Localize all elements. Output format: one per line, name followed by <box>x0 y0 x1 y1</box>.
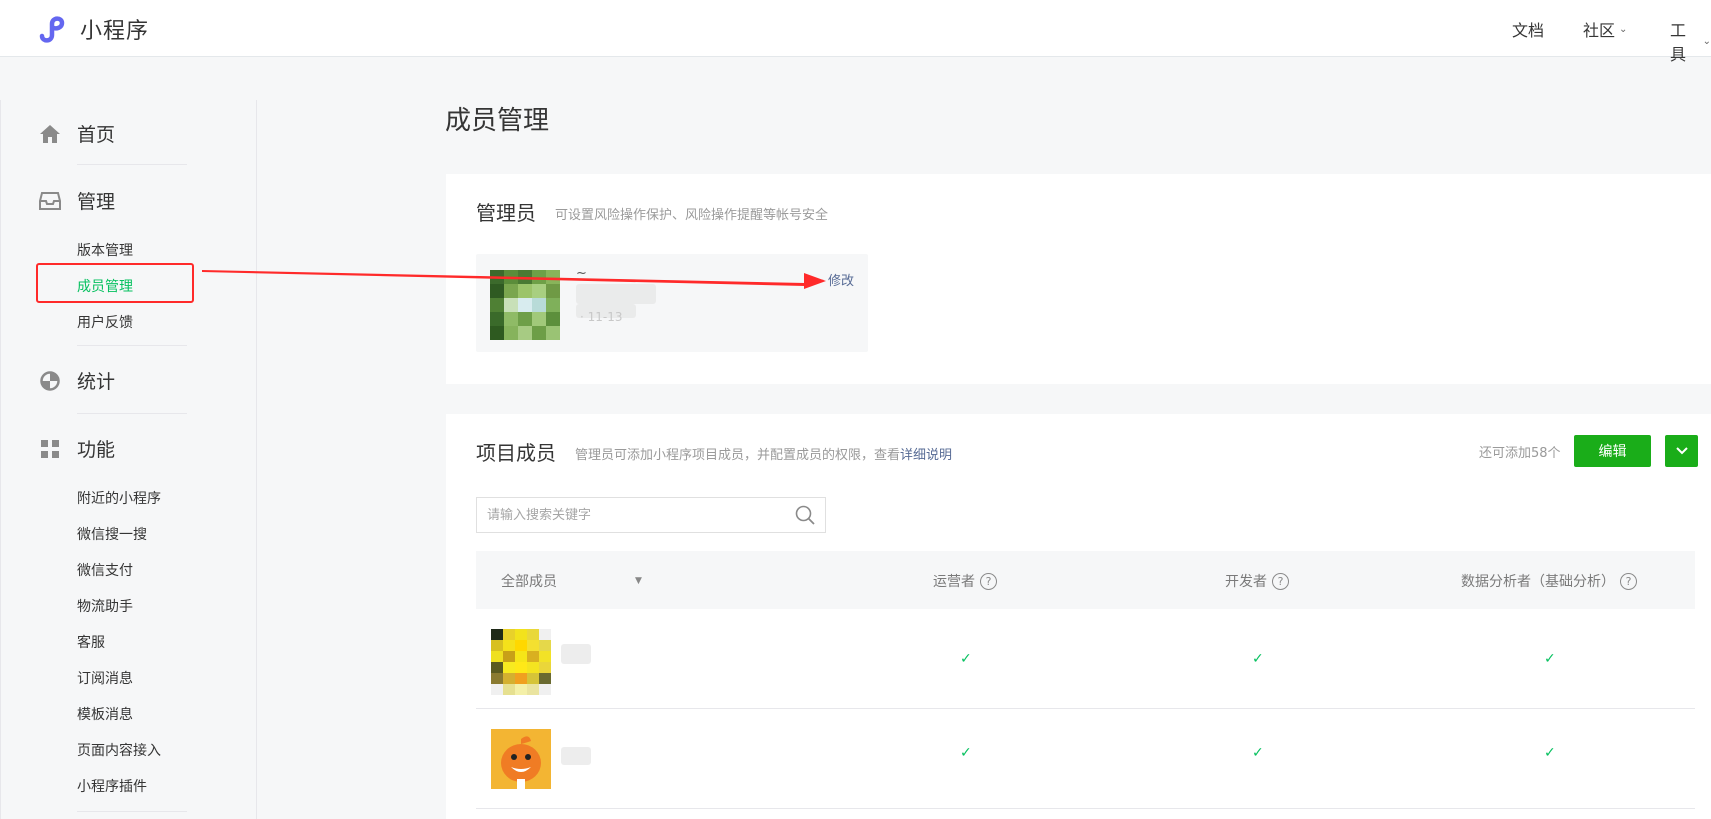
sidebar-item-plugin[interactable]: 小程序插件 <box>77 776 147 796</box>
col-analyst: 数据分析者（基础分析） ? <box>1461 571 1637 591</box>
help-icon[interactable]: ? <box>1272 572 1289 590</box>
page-title: 成员管理 <box>445 106 550 136</box>
home-icon <box>38 122 62 146</box>
inbox-icon <box>38 189 62 213</box>
sidebar-item-service[interactable]: 客服 <box>77 632 105 652</box>
developer-check-icon: ✓ <box>1252 745 1264 761</box>
operator-check-icon: ✓ <box>960 651 972 667</box>
admin-title: 管理员 <box>476 201 536 225</box>
sidebar-divider <box>77 811 187 812</box>
members-remaining: 还可添加58个 <box>1479 446 1561 461</box>
sidebar-item-manage-label: 管理 <box>77 191 116 213</box>
logo-text: 小程序 <box>80 19 150 44</box>
filter-all-members[interactable]: 全部成员 ▼ <box>501 571 642 591</box>
chevron-down-icon: ⌄ <box>1619 23 1628 35</box>
member-search <box>476 497 826 533</box>
sidebar-item-feedback[interactable]: 用户反馈 <box>77 312 133 332</box>
sidebar-divider <box>77 413 187 414</box>
admin-modify-link[interactable]: 修改 <box>828 270 854 289</box>
operator-check-icon: ✓ <box>960 745 972 761</box>
members-desc: 管理员可添加小程序项目成员，并配置成员的权限，查看详细说明 <box>575 444 952 463</box>
members-title: 项目成员 <box>476 441 556 465</box>
help-icon[interactable]: ? <box>1620 572 1637 590</box>
nav-tools[interactable]: 工具 ⌄ <box>1670 17 1711 65</box>
sidebar-divider <box>77 345 187 346</box>
sidebar-item-pay[interactable]: 微信支付 <box>77 560 133 580</box>
member-avatar <box>491 629 551 695</box>
admin-date: · 11-13 <box>580 310 623 324</box>
help-icon[interactable]: ? <box>980 572 997 590</box>
admin-avatar <box>490 270 560 340</box>
col-all-label: 全部成员 <box>501 574 557 590</box>
nav-community[interactable]: 社区 ⌄ <box>1583 17 1627 41</box>
admin-name-blurred <box>576 284 656 304</box>
sidebar-item-home-label: 首页 <box>77 124 116 146</box>
member-name-blurred <box>561 644 591 664</box>
sidebar-item-features-label: 功能 <box>77 439 116 461</box>
table-row[interactable]: ✓ ✓ ✓ <box>476 709 1695 809</box>
nav-docs-label: 文档 <box>1512 21 1545 40</box>
top-bar: 小程序 文档 社区 ⌄ 工具 ⌄ <box>0 0 1711 64</box>
member-search-input[interactable] <box>477 498 777 532</box>
chevron-down-icon: ⌄ <box>1702 35 1711 47</box>
member-name-blurred <box>561 747 591 765</box>
sidebar-item-features[interactable]: 功能 <box>38 435 115 462</box>
pie-chart-icon <box>38 369 62 393</box>
nav-community-label: 社区 <box>1583 21 1616 40</box>
analyst-check-icon: ✓ <box>1544 745 1556 761</box>
sidebar-item-home[interactable]: 首页 <box>38 120 115 147</box>
annotation-highlight-box <box>36 263 194 303</box>
members-detail-link[interactable]: 详细说明 <box>900 448 952 463</box>
orange-mascot-icon <box>501 736 541 789</box>
col-analyst-label: 数据分析者（基础分析） <box>1461 574 1615 590</box>
admin-desc: 可设置风险操作保护、风险操作提醒等帐号安全 <box>555 208 829 223</box>
members-card: 项目成员 管理员可添加小程序项目成员，并配置成员的权限，查看详细说明 还可添加5… <box>446 414 1711 819</box>
caret-down-icon: ▼ <box>635 576 642 586</box>
admin-name: ~ <box>576 266 587 281</box>
grid-icon <box>38 437 62 461</box>
sidebar-item-template[interactable]: 模板消息 <box>77 704 133 724</box>
member-avatar <box>491 729 551 789</box>
col-operator-label: 运营者 <box>933 574 975 590</box>
table-row[interactable]: ✓ ✓ ✓ <box>476 609 1695 709</box>
search-icon[interactable] <box>795 505 815 525</box>
sidebar-item-nearby[interactable]: 附近的小程序 <box>77 488 161 508</box>
members-table-header: 全部成员 ▼ 运营者 ? 开发者 ? 数据分析者（基础分析） ? <box>476 551 1695 609</box>
logo[interactable]: 小程序 <box>38 13 149 45</box>
sidebar-item-stats-label: 统计 <box>77 371 116 393</box>
sidebar-item-search[interactable]: 微信搜一搜 <box>77 524 147 544</box>
analyst-check-icon: ✓ <box>1544 651 1556 667</box>
sidebar-item-content[interactable]: 页面内容接入 <box>77 740 161 760</box>
sidebar-divider <box>77 164 187 165</box>
edit-button[interactable]: 编辑 <box>1574 435 1651 467</box>
miniprogram-logo-icon <box>39 16 65 43</box>
nav-tools-label: 工具 <box>1670 21 1687 64</box>
sidebar-item-stats[interactable]: 统计 <box>38 367 115 394</box>
sidebar: 首页 管理 版本管理 成员管理 用户反馈 统计 功能 附近的小程序 微信搜一搜 … <box>0 100 257 819</box>
members-desc-text: 管理员可添加小程序项目成员，并配置成员的权限，查看 <box>575 448 901 463</box>
developer-check-icon: ✓ <box>1252 651 1264 667</box>
admin-member-box: ~ · 11-13 修改 <box>476 254 868 352</box>
sidebar-item-logistics[interactable]: 物流助手 <box>77 596 133 616</box>
sidebar-item-manage[interactable]: 管理 <box>38 187 115 214</box>
sidebar-item-subscribe[interactable]: 订阅消息 <box>77 668 133 688</box>
sidebar-item-version[interactable]: 版本管理 <box>77 240 133 260</box>
chevron-down-icon <box>1675 447 1688 455</box>
nav-docs[interactable]: 文档 <box>1512 17 1544 41</box>
col-operator: 运营者 ? <box>933 571 997 591</box>
col-developer: 开发者 ? <box>1225 571 1289 591</box>
col-developer-label: 开发者 <box>1225 574 1267 590</box>
more-dropdown-button[interactable] <box>1665 435 1698 467</box>
admin-card: 管理员 可设置风险操作保护、风险操作提醒等帐号安全 ~ · 11-13 修改 <box>446 174 1711 384</box>
